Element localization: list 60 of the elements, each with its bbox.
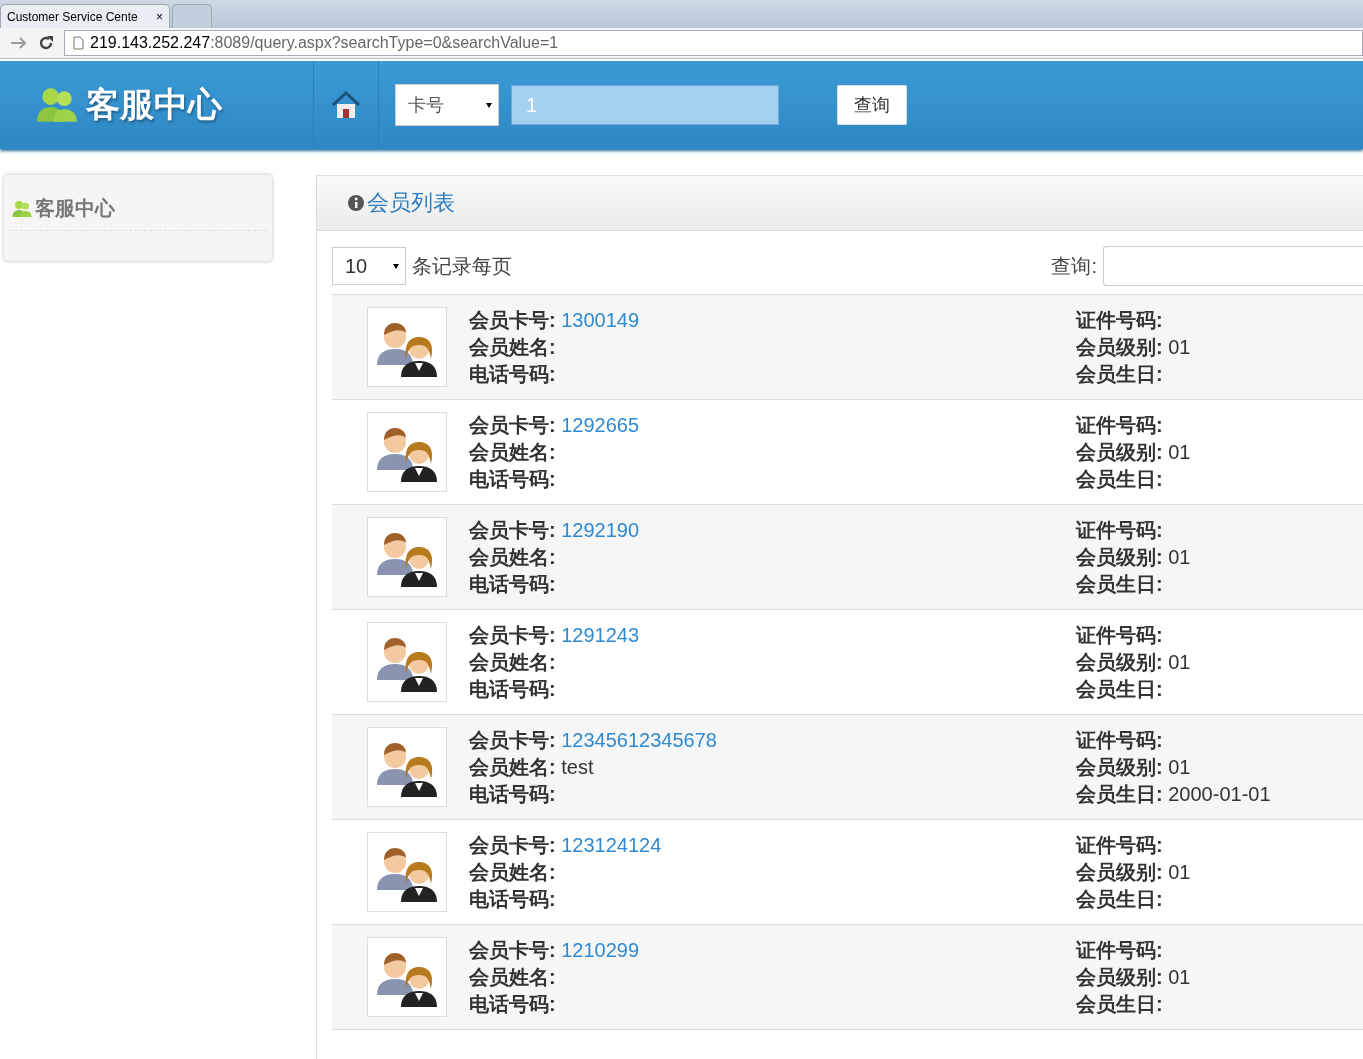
reload-icon[interactable] [38, 35, 54, 51]
field-text: 会员卡号: 1210299 [469, 938, 641, 963]
field-text: 证件号码: [1076, 518, 1164, 543]
field-text: 会员卡号: 1300149 [469, 308, 641, 333]
field-text: 证件号码: [1076, 413, 1164, 438]
field-text: 证件号码: [1076, 308, 1164, 333]
field-text: 会员级别: 01 [1076, 860, 1191, 885]
field-text: 会员生日: 2000-01-01 [1076, 782, 1271, 807]
caret-icon [486, 102, 492, 108]
field-text: 会员生日: [1076, 677, 1164, 702]
search-label: 查询: [1051, 253, 1097, 279]
field-text: 会员生日: [1076, 467, 1164, 492]
field-text: 会员级别: 01 [1076, 440, 1191, 465]
site-logo: 客服中心 [86, 84, 222, 125]
field-text: 会员姓名: [469, 650, 557, 675]
field-text: 会员级别: 01 [1076, 755, 1192, 780]
field-text: 会员姓名: [469, 860, 557, 885]
field-text: 电话号码: [469, 782, 557, 807]
search-button[interactable]: 查询 [837, 85, 907, 125]
page-size-label: 条记录每页 [412, 253, 513, 279]
caret-icon [393, 263, 399, 269]
field-text: 会员级别: 01 [1076, 335, 1191, 360]
field-text: 会员卡号: 123124124 [469, 833, 663, 858]
home-icon[interactable] [331, 91, 361, 119]
field-text: 会员生日: [1076, 362, 1164, 387]
field-text: 电话号码: [469, 572, 557, 597]
field-text: 会员生日: [1076, 992, 1164, 1017]
field-text: 证件号码: [1076, 728, 1164, 753]
field-text: 电话号码: [469, 887, 557, 912]
browser-tab[interactable]: Customer Service Cente × [0, 4, 170, 28]
field-text: 会员姓名: [469, 440, 557, 465]
field-text: 会员卡号: 12345612345678 [469, 728, 718, 753]
search-type-select[interactable]: 卡号 [395, 84, 499, 126]
forward-icon[interactable] [10, 36, 28, 50]
page-size-select[interactable]: 10 [332, 247, 406, 285]
field-text: 会员生日: [1076, 572, 1164, 597]
user-icon [12, 198, 32, 219]
panel-title: 会员列表 [367, 189, 455, 217]
field-text: 电话号码: [469, 362, 557, 387]
field-text: 会员级别: 01 [1076, 545, 1191, 570]
field-text: 电话号码: [469, 467, 557, 492]
field-text: 会员姓名: [469, 545, 557, 570]
field-text: 会员姓名: [469, 965, 557, 990]
address-bar[interactable]: 219.143.252.247:8089/query.aspx?searchType=0&searchValue=1 [64, 30, 1363, 56]
field-text: 会员卡号: 1292665 [469, 413, 641, 438]
field-text: 电话号码: [469, 992, 557, 1017]
field-text: 证件号码: [1076, 833, 1164, 858]
info-icon [347, 194, 365, 212]
field-text: 证件号码: [1076, 623, 1164, 648]
field-text: 会员卡号: 1291243 [469, 623, 641, 648]
field-text: 证件号码: [1076, 938, 1164, 963]
filter-field[interactable] [1103, 246, 1363, 286]
field-text: 会员级别: 01 [1076, 650, 1191, 675]
field-text: 会员姓名: test [469, 755, 595, 780]
browser-tab[interactable] [172, 4, 212, 28]
field-text: 会员姓名: [469, 335, 557, 360]
field-text: 电话号码: [469, 677, 557, 702]
field-text: 会员级别: 01 [1076, 965, 1191, 990]
field-text: 会员卡号: 1292190 [469, 518, 641, 543]
field-text: 会员生日: [1076, 887, 1164, 912]
